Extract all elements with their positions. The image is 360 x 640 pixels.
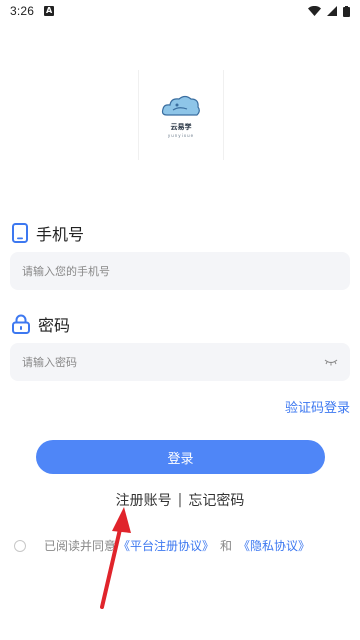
password-input[interactable] — [22, 355, 324, 369]
account-links: 注册账号 | 忘记密码 — [0, 490, 360, 510]
agreement-prefix: 已阅读并同意 — [44, 539, 117, 553]
wifi-icon — [308, 6, 321, 16]
status-bar: 3:26 A — [0, 0, 360, 22]
phone-input[interactable] — [22, 264, 338, 278]
login-button[interactable]: 登录 — [36, 440, 325, 474]
battery-icon — [343, 5, 350, 17]
status-icons — [308, 5, 350, 17]
password-label: 密码 — [38, 316, 71, 335]
agreement-and: 和 — [220, 539, 233, 553]
eye-closed-icon[interactable] — [324, 357, 338, 367]
password-label-row: 密码 — [12, 312, 70, 336]
lock-icon — [12, 314, 30, 334]
logo-name: 云易学 — [170, 122, 192, 131]
platform-agreement-link[interactable]: 《平台注册协议》 — [118, 537, 214, 554]
agreement-checkbox[interactable] — [14, 539, 26, 552]
phone-icon — [12, 223, 28, 243]
sms-login-link[interactable]: 验证码登录 — [285, 397, 350, 416]
forgot-password-link[interactable]: 忘记密码 — [188, 490, 244, 510]
notification-icon: A — [44, 6, 55, 16]
signal-icon — [327, 6, 337, 16]
privacy-agreement-link[interactable]: 《隐私协议》 — [238, 537, 310, 554]
status-time: 3:26 — [10, 4, 35, 18]
cloud-logo-icon — [161, 95, 200, 116]
app-logo: 云易学 yunyixue — [138, 70, 224, 160]
phone-input-box[interactable] — [10, 252, 350, 290]
logo-subtitle: yunyixue — [167, 132, 195, 138]
phone-label: 手机号 — [36, 225, 85, 244]
register-link[interactable]: 注册账号 — [116, 490, 172, 510]
password-input-box[interactable] — [10, 343, 350, 381]
phone-label-row: 手机号 — [12, 221, 84, 245]
link-separator: | — [177, 492, 183, 508]
agreement-row: 已阅读并同意 《平台注册协议》 和 《隐私协议》 — [14, 537, 354, 554]
